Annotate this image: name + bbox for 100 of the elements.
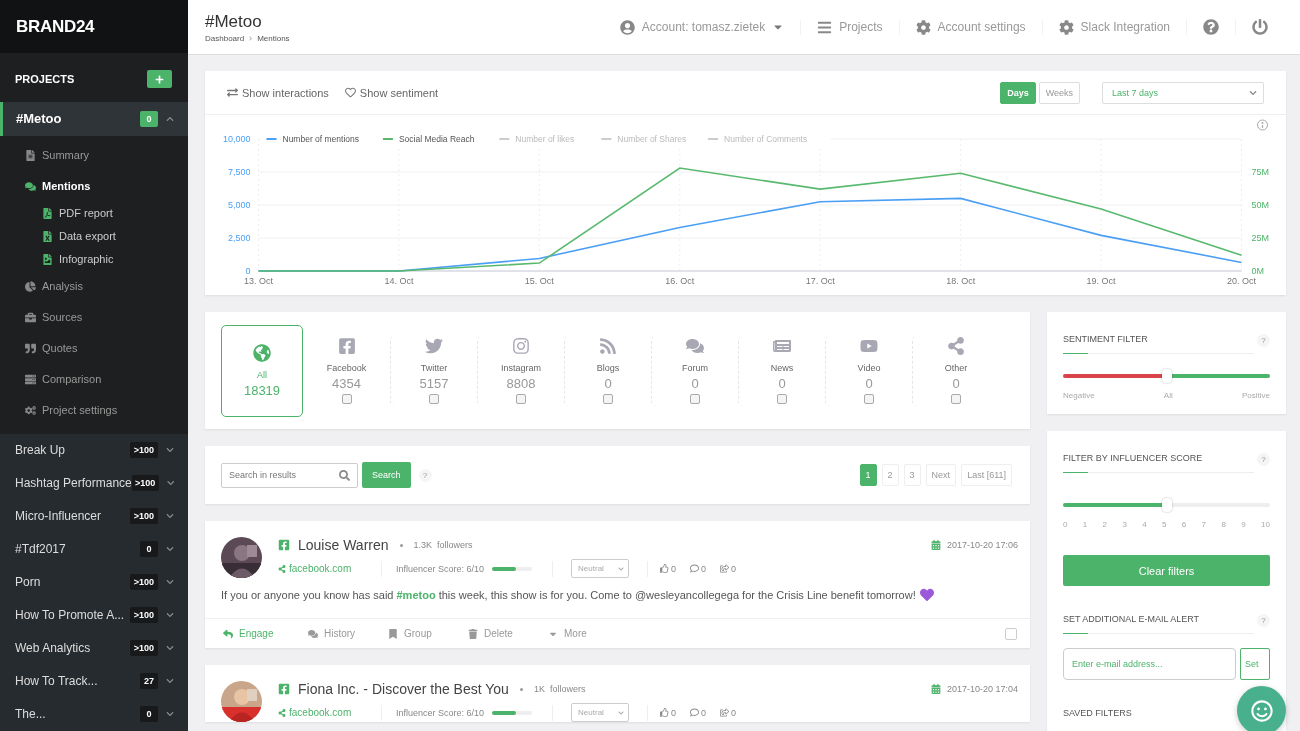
axis-label: 0M — [1251, 266, 1264, 276]
author-name[interactable]: Louise Warren — [298, 537, 389, 553]
toggle-link[interactable]: Show interactions — [227, 86, 329, 99]
add-button[interactable] — [147, 70, 172, 89]
submenu-item[interactable]: Data export — [0, 224, 188, 248]
menu-item[interactable]: Mentions — [0, 170, 188, 202]
slider-label: 8 — [1221, 520, 1226, 529]
separator-icon — [248, 35, 254, 41]
breadcrumb-link[interactable]: Mentions — [257, 33, 290, 43]
project-item[interactable]: #Metoo 0 — [0, 102, 188, 136]
chevron-icon[interactable] — [166, 677, 174, 686]
brand-logo[interactable]: BRAND24 — [0, 0, 188, 54]
chat-bubbles-icon — [25, 180, 36, 192]
chat-bubbles-icon — [308, 628, 318, 639]
axis-label: 25M — [1251, 233, 1269, 243]
chevron-icon[interactable] — [166, 578, 174, 587]
user-icon — [619, 19, 635, 35]
comments-count: 0 — [690, 707, 707, 718]
slider-label: 5 — [1162, 520, 1167, 529]
plus-icon — [155, 74, 164, 84]
page-button[interactable]: Next — [925, 464, 957, 486]
axis-label: 13. Oct — [244, 276, 273, 286]
reply-icon — [223, 628, 233, 639]
source-tab[interactable]: Video 0 — [825, 335, 912, 406]
chevron-icon[interactable] — [166, 644, 174, 653]
filter-title: SENTIMENT FILTER — [1063, 334, 1148, 344]
axis-label: 75M — [1251, 167, 1269, 177]
action-link[interactable]: More — [548, 628, 628, 639]
toggle-link[interactable]: Show sentiment — [344, 86, 439, 99]
slider-label: 9 — [1241, 520, 1246, 529]
slider-label: 0 — [1063, 520, 1068, 529]
slider-label: Negative — [1063, 391, 1095, 400]
axis-label: 10,000 — [222, 134, 251, 144]
chat-button[interactable] — [1237, 686, 1286, 731]
newspaper-icon — [773, 337, 791, 355]
source-checkbox[interactable] — [864, 394, 874, 404]
source-checkbox[interactable] — [777, 394, 787, 404]
author-name[interactable]: Fiona Inc. - Discover the Best You — [298, 681, 509, 697]
menu-item[interactable]: Sources — [0, 301, 188, 333]
slider-label: 4 — [1142, 520, 1147, 529]
breadcrumb-link[interactable]: Dashboard — [205, 33, 245, 43]
chevron-icon[interactable] — [166, 512, 174, 521]
chevron-icon[interactable] — [166, 611, 174, 620]
source-checkbox[interactable] — [603, 394, 613, 404]
chevron-icon[interactable] — [166, 446, 174, 455]
submenu-item[interactable]: Infographic — [0, 247, 188, 271]
source-tab[interactable]: Facebook 4354 — [303, 335, 390, 406]
source-tab[interactable]: Twitter 5157 — [390, 335, 477, 406]
period-tab[interactable]: Weeks — [1038, 81, 1080, 104]
menu-item[interactable]: Project settings — [0, 394, 188, 426]
share-icon — [720, 564, 730, 573]
source-checkbox[interactable] — [341, 394, 352, 404]
source-checkbox[interactable] — [690, 394, 700, 404]
comment-icon — [690, 564, 700, 573]
page-button[interactable]: Last [611] — [961, 464, 1012, 486]
source-checkbox[interactable] — [516, 394, 526, 404]
source-checkbox[interactable] — [429, 394, 439, 404]
search-field[interactable]: Search in results — [221, 462, 358, 488]
menu-item[interactable]: Analysis — [0, 270, 188, 302]
page-button[interactable]: 2 — [881, 464, 899, 486]
menu-item[interactable]: Comparison — [0, 363, 188, 395]
info-icon[interactable] — [1257, 119, 1268, 131]
slider-label: 10 — [1260, 520, 1270, 529]
legend-item[interactable]: Number of mentions — [265, 134, 360, 144]
page-button[interactable]: 3 — [903, 464, 921, 486]
action-link[interactable]: Group — [388, 628, 468, 639]
axis-label: 7,500 — [227, 167, 251, 177]
document-icon — [25, 149, 36, 161]
axis-label: 18. Oct — [946, 276, 976, 286]
arrows-icon — [227, 87, 238, 98]
source-tab[interactable]: Other 0 — [912, 335, 999, 406]
followers-count: 1K followers — [533, 684, 586, 694]
influencer-score: Influencer Score: 6/10 — [396, 707, 485, 718]
chevron-icon[interactable] — [166, 479, 174, 488]
menu-icon — [817, 19, 833, 35]
source-tab[interactable]: News 0 — [738, 335, 825, 406]
select-checkbox[interactable] — [1005, 627, 1017, 640]
comment-icon — [690, 708, 700, 717]
source-tab[interactable]: Blogs 0 — [564, 335, 651, 406]
email-field[interactable]: Enter e-mail address... — [1063, 648, 1236, 680]
count-badge: 27 — [140, 673, 158, 690]
chevron-icon[interactable] — [166, 710, 174, 719]
source-tab[interactable]: Forum 0 — [651, 335, 738, 406]
chevron-icon[interactable] — [166, 115, 174, 123]
menu-item[interactable]: Quotes — [0, 332, 188, 364]
help-icon — [1203, 19, 1219, 35]
menu-item[interactable]: Summary — [0, 139, 188, 171]
project-name: How To Promote A... — [15, 608, 126, 623]
score-slider[interactable] — [1063, 497, 1270, 513]
project-name: Porn — [15, 575, 42, 590]
submenu-item[interactable]: PDF report — [0, 201, 188, 225]
source-checkbox[interactable] — [951, 394, 961, 404]
project-name: How To Track... — [15, 674, 99, 689]
sentiment-slider[interactable] — [1063, 368, 1270, 384]
calendar-icon — [930, 684, 941, 694]
count-badge: 0 — [140, 111, 158, 127]
chevron-icon[interactable] — [166, 545, 174, 554]
source-tab[interactable]: Instagram 8808 — [477, 335, 564, 406]
legend-item[interactable]: Social Media Reach — [381, 134, 475, 144]
calendar-icon — [930, 540, 941, 550]
